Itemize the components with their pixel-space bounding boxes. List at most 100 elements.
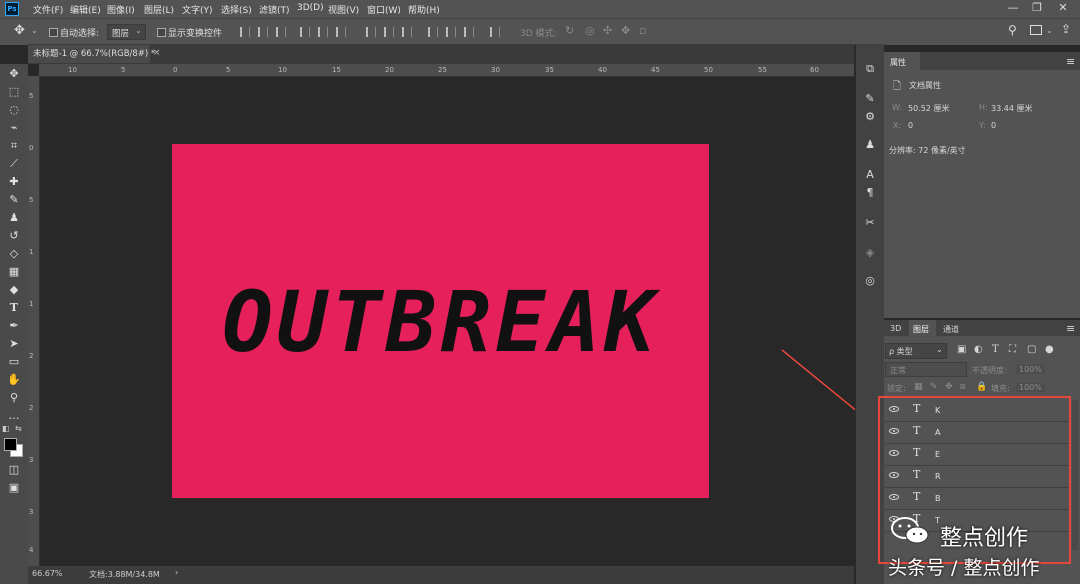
- align-top-icon[interactable]: [300, 27, 310, 37]
- menu-type[interactable]: 文字(Y): [182, 3, 213, 16]
- lock-pixels-icon[interactable]: ✎: [930, 382, 938, 392]
- healing-brush-icon[interactable]: ✚: [5, 175, 23, 189]
- move-tool-icon[interactable]: ✥: [5, 67, 23, 81]
- menu-view[interactable]: 视图(V): [328, 3, 359, 16]
- menu-file[interactable]: 文件(F): [33, 3, 63, 16]
- zoom-level[interactable]: 66.67%: [32, 569, 63, 578]
- search-icon[interactable]: ⚲: [1008, 23, 1017, 37]
- tab-3d[interactable]: 3D: [890, 324, 901, 333]
- tool-presets-icon[interactable]: ✂: [862, 216, 878, 230]
- workspace-chevron-icon[interactable]: ⌄: [1046, 26, 1053, 35]
- filter-smart-object-icon[interactable]: ▢: [1027, 344, 1036, 355]
- blur-tool-icon[interactable]: ◆: [5, 283, 23, 297]
- brush-panel-icon[interactable]: ✎: [862, 92, 878, 106]
- 3d-scale-icon[interactable]: ▫: [639, 24, 646, 37]
- quick-select-tool-icon[interactable]: ⌁: [5, 121, 23, 135]
- restore-button[interactable]: ❐: [1026, 1, 1048, 15]
- document-canvas[interactable]: OUTBREAK: [172, 144, 709, 498]
- tool-preset-chevron-icon[interactable]: ⌄: [31, 26, 38, 35]
- x-value[interactable]: 0: [908, 121, 913, 130]
- 3d-roll-icon[interactable]: ◎: [585, 24, 595, 37]
- tab-channels[interactable]: 通道: [943, 324, 959, 335]
- pen-tool-icon[interactable]: ✒: [5, 319, 23, 333]
- libraries-icon[interactable]: ◎: [862, 274, 878, 288]
- close-window-button[interactable]: ✕: [1052, 1, 1074, 15]
- filter-adjustment-icon[interactable]: ◐: [974, 344, 983, 355]
- y-value[interactable]: 0: [991, 121, 996, 130]
- clone-source-panel-icon[interactable]: ♟: [862, 138, 878, 152]
- marquee-tool-icon[interactable]: ⬚: [5, 85, 23, 99]
- align-center-icon[interactable]: [258, 27, 268, 37]
- paragraph-panel-icon[interactable]: ¶: [862, 186, 878, 200]
- status-menu-arrow-icon[interactable]: ›: [175, 568, 178, 577]
- quick-mask-icon[interactable]: ◫: [5, 463, 23, 477]
- gradient-tool-icon[interactable]: ▦: [5, 265, 23, 279]
- 3d-panel-icon[interactable]: ◈: [862, 246, 878, 260]
- filter-type-icon[interactable]: T: [992, 344, 999, 355]
- close-tab-icon[interactable]: ×: [153, 48, 161, 58]
- workspace-icon[interactable]: [1030, 25, 1042, 35]
- character-panel-icon[interactable]: A: [862, 168, 878, 182]
- filter-pixel-icon[interactable]: ▣: [957, 344, 966, 355]
- eyedropper-tool-icon[interactable]: ⟋: [5, 157, 23, 171]
- rectangle-tool-icon[interactable]: ▭: [5, 355, 23, 369]
- distribute-bottom-icon[interactable]: [402, 27, 412, 37]
- menu-select[interactable]: 选择(S): [221, 3, 252, 16]
- menu-image[interactable]: 图像(I): [107, 3, 135, 16]
- filter-shape-icon[interactable]: ⛶: [1009, 344, 1016, 355]
- auto-align-icon[interactable]: [490, 27, 500, 37]
- screen-mode-icon[interactable]: ▣: [5, 481, 23, 495]
- menu-filter[interactable]: 滤镜(T): [259, 3, 290, 16]
- panel-menu-icon[interactable]: ≡: [1066, 322, 1075, 335]
- show-transform-checkbox[interactable]: [157, 28, 166, 37]
- tab-layers[interactable]: 图层: [913, 324, 929, 335]
- foreground-color-swatch[interactable]: [4, 438, 17, 451]
- lock-transparent-icon[interactable]: ▦: [914, 382, 923, 392]
- eraser-tool-icon[interactable]: ◇: [5, 247, 23, 261]
- lock-artboard-icon[interactable]: ⧈: [960, 382, 966, 392]
- filter-toggle-icon[interactable]: ●: [1045, 344, 1054, 355]
- align-left-icon[interactable]: [240, 27, 250, 37]
- opacity-value[interactable]: 100%: [1016, 365, 1045, 374]
- default-colors-icon[interactable]: ◧: [2, 424, 10, 433]
- crop-tool-icon[interactable]: ⌗: [5, 139, 23, 153]
- align-middle-icon[interactable]: [318, 27, 328, 37]
- zoom-tool-icon[interactable]: ⚲: [5, 391, 23, 405]
- menu-3d[interactable]: 3D(D): [297, 3, 324, 13]
- auto-select-dropdown[interactable]: 图层 ⌄: [107, 24, 146, 40]
- layers-scrollbar[interactable]: [1072, 400, 1078, 550]
- clone-stamp-icon[interactable]: ♟: [5, 211, 23, 225]
- history-brush-icon[interactable]: ↺: [5, 229, 23, 243]
- hand-tool-icon[interactable]: ✋: [5, 373, 23, 387]
- panel-menu-icon[interactable]: ≡: [1066, 55, 1075, 68]
- more-tools-icon[interactable]: …: [5, 409, 23, 423]
- menu-help[interactable]: 帮助(H): [408, 3, 440, 16]
- menu-edit[interactable]: 编辑(E): [70, 3, 101, 16]
- width-value[interactable]: 50.52 厘米: [908, 103, 949, 114]
- lock-all-icon[interactable]: 🔒: [976, 382, 987, 392]
- distribute-middle-icon[interactable]: [384, 27, 394, 37]
- distribute-top-icon[interactable]: [366, 27, 376, 37]
- share-icon[interactable]: ⇪: [1061, 22, 1071, 36]
- fill-value[interactable]: 100%: [1016, 383, 1045, 392]
- layer-filter-dropdown[interactable]: ρ 类型 ⌄: [885, 343, 947, 359]
- document-tab[interactable]: 未标题-1 @ 66.7%(RGB/8#) *: [28, 45, 155, 63]
- lasso-tool-icon[interactable]: ◌: [5, 103, 23, 117]
- swap-colors-icon[interactable]: ⇆: [15, 424, 22, 433]
- distribute-right-icon[interactable]: [464, 27, 474, 37]
- distribute-hcenter-icon[interactable]: [446, 27, 456, 37]
- adjustments-panel-icon[interactable]: ⚙: [862, 110, 878, 124]
- blend-mode-dropdown[interactable]: 正常: [885, 362, 967, 377]
- path-select-icon[interactable]: ➤: [5, 337, 23, 351]
- 3d-slide-icon[interactable]: ✥: [621, 24, 630, 37]
- minimize-button[interactable]: —: [1002, 1, 1024, 15]
- menu-window[interactable]: 窗口(W): [367, 3, 401, 16]
- brush-tool-icon[interactable]: ✎: [5, 193, 23, 207]
- move-tool-icon[interactable]: ✥: [14, 23, 25, 38]
- 3d-orbit-icon[interactable]: ↻: [565, 24, 574, 37]
- align-right-icon[interactable]: [276, 27, 286, 37]
- history-panel-icon[interactable]: ⧉: [862, 62, 878, 76]
- lock-position-icon[interactable]: ✥: [945, 382, 953, 392]
- 3d-pan-icon[interactable]: ✣: [603, 24, 612, 37]
- distribute-left-icon[interactable]: [428, 27, 438, 37]
